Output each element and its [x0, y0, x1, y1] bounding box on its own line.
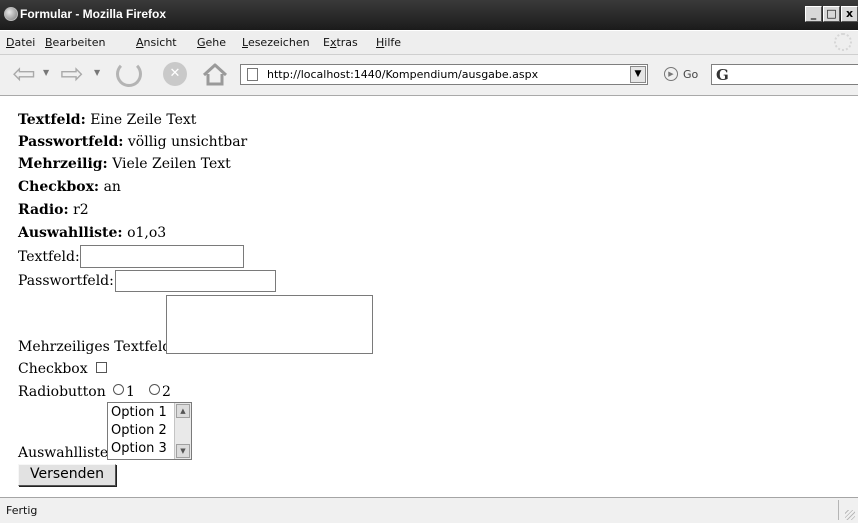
throbber-icon: [834, 33, 852, 51]
reload-icon: [116, 61, 142, 87]
reload-button[interactable]: [114, 61, 144, 87]
textfeld-label: Textfeld:: [18, 249, 80, 265]
window-title: Formular - Mozilla Firefox: [20, 7, 167, 21]
close-button[interactable]: x: [841, 6, 858, 22]
checkbox-label: Checkbox: [18, 361, 88, 377]
passwortfeld-label: Passwortfeld:: [18, 273, 114, 289]
checkbox[interactable]: [96, 362, 107, 373]
output-passwortfeld: Passwortfeld: völlig unsichtbar: [18, 134, 248, 150]
output-mehrzeilig: Mehrzeilig: Viele Zeilen Text: [18, 156, 231, 172]
versenden-button[interactable]: Versenden: [18, 464, 116, 486]
menu-extras[interactable]: Extras: [323, 36, 358, 49]
navigation-toolbar: ⇦ ▼ ⇨ ▼ ✕ http://localhost:1440/Kompendi…: [0, 55, 858, 96]
radio-1-label: 1: [126, 384, 135, 400]
stop-icon: ✕: [163, 62, 187, 86]
menubar: Datei Bearbeiten Ansicht Gehe Lesezeiche…: [0, 31, 858, 55]
auswahlliste-label: Auswahlliste: [18, 445, 109, 461]
scroll-up-icon[interactable]: ▲: [176, 404, 190, 418]
radio-2-label: 2: [162, 384, 171, 400]
menu-lesezeichen[interactable]: Lesezeichen: [242, 36, 310, 49]
textfeld-input[interactable]: [80, 245, 244, 268]
textarea-label: Mehrzeiliges Textfeld: [18, 339, 172, 355]
home-button[interactable]: [200, 61, 230, 87]
list-scrollbar[interactable]: ▲ ▼: [174, 403, 191, 459]
menu-ansicht[interactable]: Ansicht: [136, 36, 177, 49]
mehrzeiliges-textfeld[interactable]: [166, 295, 373, 354]
maximize-button[interactable]: □: [823, 6, 840, 22]
list-option[interactable]: Option 2: [111, 422, 167, 440]
status-divider: [838, 500, 839, 520]
radio-2[interactable]: [149, 384, 160, 395]
back-dropdown-icon[interactable]: ▼: [43, 68, 49, 77]
back-button[interactable]: ⇦: [6, 57, 42, 90]
menu-hilfe[interactable]: Hilfe: [376, 36, 401, 49]
window-controls: _ □ x: [804, 6, 858, 24]
menu-bearbeiten[interactable]: Bearbeiten: [45, 36, 105, 49]
passwortfeld-input[interactable]: [115, 270, 276, 292]
forward-button[interactable]: ⇨: [54, 57, 90, 90]
radiobutton-label: Radiobutton: [18, 384, 106, 400]
go-button[interactable]: Go: [683, 68, 698, 81]
resize-grip-icon[interactable]: [845, 510, 855, 520]
stop-button[interactable]: ✕: [160, 61, 190, 87]
url-dropdown-button[interactable]: ▼: [630, 66, 646, 83]
home-icon: [202, 63, 228, 86]
auswahlliste-select[interactable]: Option 1 Option 2 Option 3 ▲ ▼: [107, 402, 192, 460]
go-icon[interactable]: ▶: [664, 67, 678, 81]
output-radio: Radio: r2: [18, 202, 89, 218]
list-option[interactable]: Option 1: [111, 404, 167, 422]
status-text: Fertig: [6, 504, 38, 517]
window-titlebar: Formular - Mozilla Firefox _ □ x: [0, 0, 858, 30]
forward-arrow-icon: ⇨: [60, 57, 84, 90]
google-search-icon: G: [716, 66, 729, 84]
firefox-icon: [4, 7, 18, 21]
list-option[interactable]: Option 3: [111, 440, 167, 458]
url-text[interactable]: http://localhost:1440/Kompendium/ausgabe…: [267, 68, 538, 81]
radio-1[interactable]: [113, 384, 124, 395]
minimize-button[interactable]: _: [805, 6, 822, 22]
scroll-down-icon[interactable]: ▼: [176, 444, 190, 458]
url-bar[interactable]: http://localhost:1440/Kompendium/ausgabe…: [240, 64, 648, 85]
forward-dropdown-icon[interactable]: ▼: [94, 68, 100, 77]
page-icon: [247, 68, 258, 81]
output-checkbox: Checkbox: an: [18, 179, 121, 195]
menu-gehe[interactable]: Gehe: [197, 36, 226, 49]
back-arrow-icon: ⇦: [12, 57, 36, 90]
search-input[interactable]: G: [711, 64, 858, 85]
menu-datei[interactable]: Datei: [6, 36, 35, 49]
statusbar: Fertig: [0, 497, 858, 523]
output-textfeld: Textfeld: Eine Zeile Text: [18, 112, 197, 128]
output-auswahlliste: Auswahlliste: o1,o3: [18, 225, 167, 241]
